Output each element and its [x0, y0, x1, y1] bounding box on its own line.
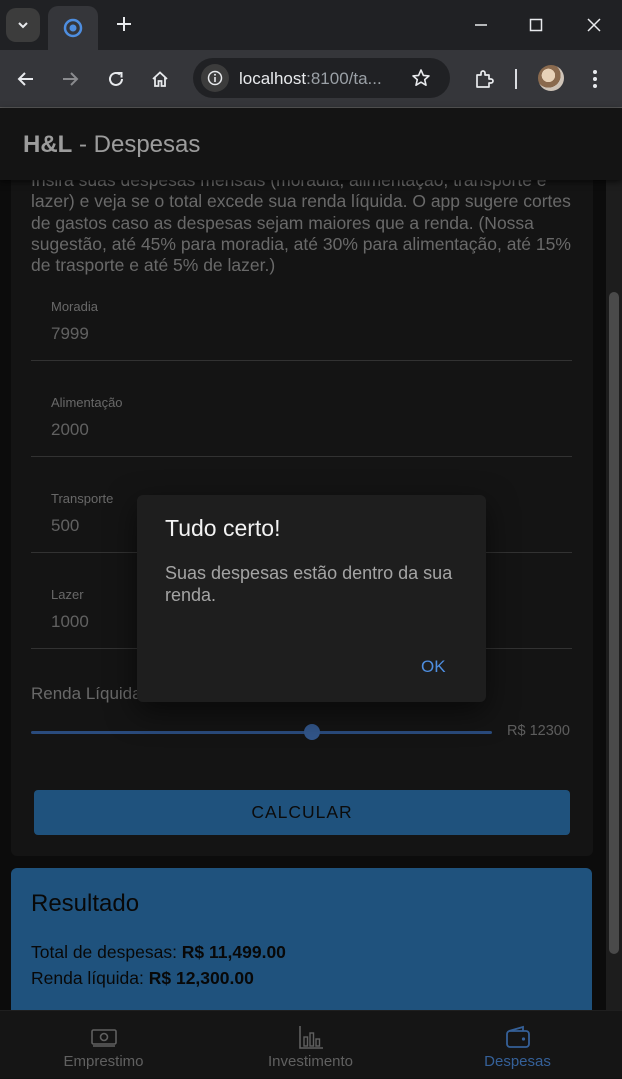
address-bar[interactable]: localhost:8100/ta...: [193, 58, 450, 98]
url-host: localhost: [239, 69, 307, 88]
more-vertical-icon: [593, 70, 597, 88]
tab-search-button[interactable]: [6, 8, 40, 42]
arrow-right-icon: [63, 72, 79, 86]
back-button[interactable]: [10, 63, 42, 95]
reload-icon: [109, 71, 123, 86]
url-text[interactable]: localhost:8100/ta...: [239, 69, 382, 89]
bookmark-button[interactable]: [407, 64, 435, 92]
arrow-left-icon: [17, 72, 33, 86]
site-info-button[interactable]: [201, 64, 229, 92]
new-tab-button[interactable]: [110, 10, 138, 38]
close-window-button[interactable]: [579, 10, 609, 40]
minimize-button[interactable]: [466, 10, 496, 40]
forward-button[interactable]: [54, 63, 86, 95]
profile-avatar[interactable]: [538, 65, 564, 91]
alert-title: Tudo certo!: [165, 515, 281, 541]
alert-dialog: Tudo certo! Suas despesas estão dentro d…: [137, 495, 486, 702]
chevron-down-icon: [18, 22, 28, 29]
browser-tab-strip: [0, 0, 622, 50]
close-icon: [587, 18, 601, 32]
home-icon: [152, 71, 168, 87]
puzzle-icon: [476, 70, 494, 88]
browser-tab[interactable]: [48, 6, 98, 50]
ionic-favicon-icon: [63, 18, 83, 38]
minimize-icon: [475, 24, 487, 26]
url-path: :8100/ta...: [306, 69, 382, 88]
alert-message: Suas despesas estão dentro da sua renda.: [165, 563, 453, 605]
home-button[interactable]: [144, 63, 176, 95]
browser-toolbar: localhost:8100/ta...: [0, 50, 622, 108]
menu-button[interactable]: [579, 63, 611, 95]
maximize-button[interactable]: [521, 10, 551, 40]
reload-button[interactable]: [100, 63, 132, 95]
extensions-button[interactable]: [468, 63, 500, 95]
star-icon: [412, 69, 430, 86]
ok-button[interactable]: OK: [415, 653, 452, 681]
info-icon: [207, 70, 223, 86]
maximize-icon: [529, 18, 543, 32]
plus-icon: [117, 17, 131, 31]
toolbar-divider: [515, 69, 517, 89]
